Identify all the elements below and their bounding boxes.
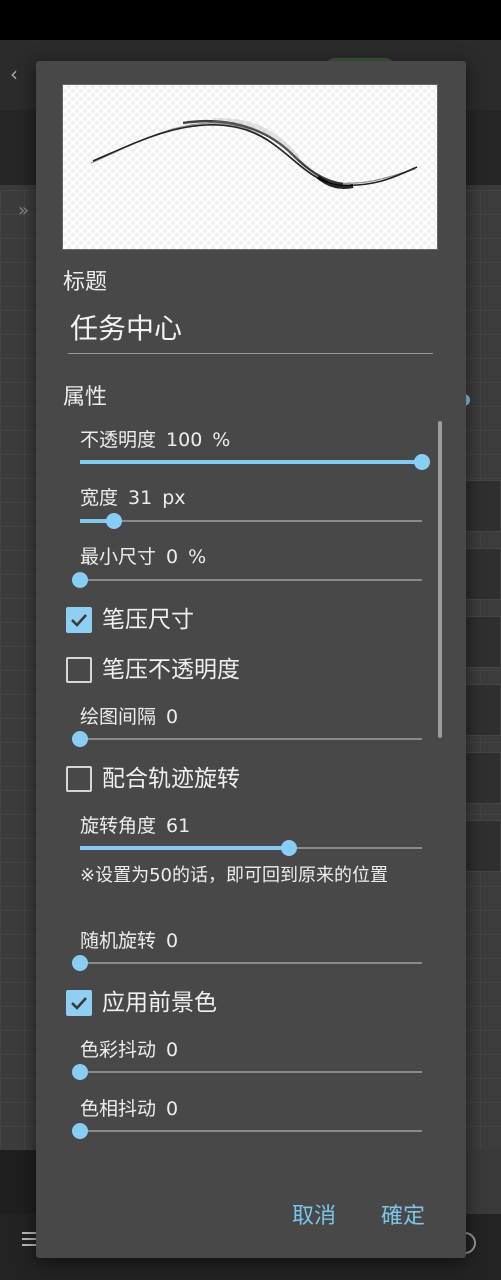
random-rotation-value: 0 <box>166 930 179 952</box>
properties-section-label: 属性 <box>63 385 108 410</box>
rotation-note: ※设置为50的话，即可回到原来的位置 <box>80 865 388 886</box>
slider-thumb[interactable] <box>281 840 297 856</box>
min-size-value: 0 <box>166 546 179 568</box>
slider-track <box>80 738 422 740</box>
checkmark-icon <box>71 997 87 1010</box>
spacing-label: 绘图间隔 0 <box>80 702 188 729</box>
scrollbar[interactable] <box>438 421 442 738</box>
pressure-opacity-label: 笔压不透明度 <box>102 657 240 683</box>
slider-track <box>80 1130 422 1132</box>
use-foreground-color-label: 应用前景色 <box>102 990 217 1016</box>
rotation-angle-slider[interactable] <box>80 840 422 856</box>
color-jitter-label-text: 色彩抖动 <box>80 1039 157 1061</box>
width-unit: px <box>162 487 186 509</box>
slider-fill <box>80 460 422 464</box>
spacing-label-text: 绘图间隔 <box>80 706 157 728</box>
slider-fill <box>80 846 289 850</box>
opacity-value: 100 <box>166 429 203 451</box>
rotation-angle-value: 61 <box>166 815 191 837</box>
background-layer-tile <box>465 548 501 600</box>
slider-thumb[interactable] <box>72 572 88 588</box>
opacity-label: 不透明度 100% <box>80 425 240 452</box>
random-rotation-label-text: 随机旋转 <box>80 930 157 952</box>
slider-track <box>80 579 422 581</box>
random-rotation-slider[interactable] <box>72 955 422 971</box>
slider-thumb[interactable] <box>72 1123 88 1139</box>
width-slider[interactable] <box>80 513 422 529</box>
slider-thumb[interactable] <box>72 955 88 971</box>
slider-thumb[interactable] <box>414 454 430 470</box>
status-bar <box>0 0 501 40</box>
min-size-unit: % <box>188 546 207 568</box>
hue-jitter-slider[interactable] <box>72 1123 422 1139</box>
checkbox-box[interactable] <box>66 657 92 683</box>
checkbox-box[interactable] <box>66 990 92 1016</box>
slider-track <box>80 520 422 522</box>
checkmark-icon <box>71 614 87 627</box>
width-label-text: 宽度 <box>80 487 119 509</box>
title-input[interactable]: 任务中心 <box>68 304 433 354</box>
color-jitter-value: 0 <box>166 1039 179 1061</box>
random-rotation-label: 随机旋转 0 <box>80 926 188 953</box>
background-layer-tile <box>465 752 501 804</box>
background-layer-tile <box>465 820 501 872</box>
slider-track <box>80 962 422 964</box>
checkbox-box[interactable] <box>66 766 92 792</box>
background-layer-tile <box>465 684 501 736</box>
spacing-slider[interactable] <box>72 731 422 747</box>
chevron-right-icon: » <box>18 200 30 221</box>
pressure-size-label: 笔压尺寸 <box>102 607 194 633</box>
brush-settings-dialog: 标题 任务中心 属性 不透明度 100% 宽度 31 px 最小尺寸 0% 笔压尺寸 笔… <box>36 61 466 1258</box>
hue-jitter-value: 0 <box>166 1098 179 1120</box>
cancel-button[interactable]: 取消 <box>292 1198 336 1230</box>
slider-thumb[interactable] <box>72 1064 88 1080</box>
color-jitter-slider[interactable] <box>72 1064 422 1080</box>
opacity-unit: % <box>212 429 231 451</box>
follow-path-rotation-label: 配合轨迹旋转 <box>102 766 240 792</box>
ok-button[interactable]: 確定 <box>381 1198 425 1230</box>
rotation-angle-label-text: 旋转角度 <box>80 815 157 837</box>
brush-stroke-icon <box>90 117 418 189</box>
width-label: 宽度 31 px <box>80 483 196 510</box>
background-layer-tile <box>465 480 501 532</box>
back-icon: ‹ <box>10 62 18 86</box>
checkbox-box[interactable] <box>66 607 92 633</box>
opacity-slider[interactable] <box>80 454 430 470</box>
rotation-angle-label: 旋转角度 61 <box>80 811 200 838</box>
brush-stroke-preview <box>62 84 438 250</box>
slider-track <box>80 1071 422 1073</box>
title-section-label: 标题 <box>63 270 108 295</box>
hue-jitter-label: 色相抖动 0 <box>80 1094 188 1121</box>
width-value: 31 <box>128 487 153 509</box>
spacing-value: 0 <box>166 706 179 728</box>
background-layer-tile <box>465 616 501 668</box>
opacity-label-text: 不透明度 <box>80 429 157 451</box>
background-side-button <box>0 1150 36 1214</box>
color-jitter-label: 色彩抖动 0 <box>80 1035 188 1062</box>
hue-jitter-label-text: 色相抖动 <box>80 1098 157 1120</box>
slider-thumb[interactable] <box>106 513 122 529</box>
min-size-label: 最小尺寸 0% <box>80 542 216 569</box>
min-size-slider[interactable] <box>72 572 422 588</box>
slider-thumb[interactable] <box>72 731 88 747</box>
min-size-label-text: 最小尺寸 <box>80 546 157 568</box>
